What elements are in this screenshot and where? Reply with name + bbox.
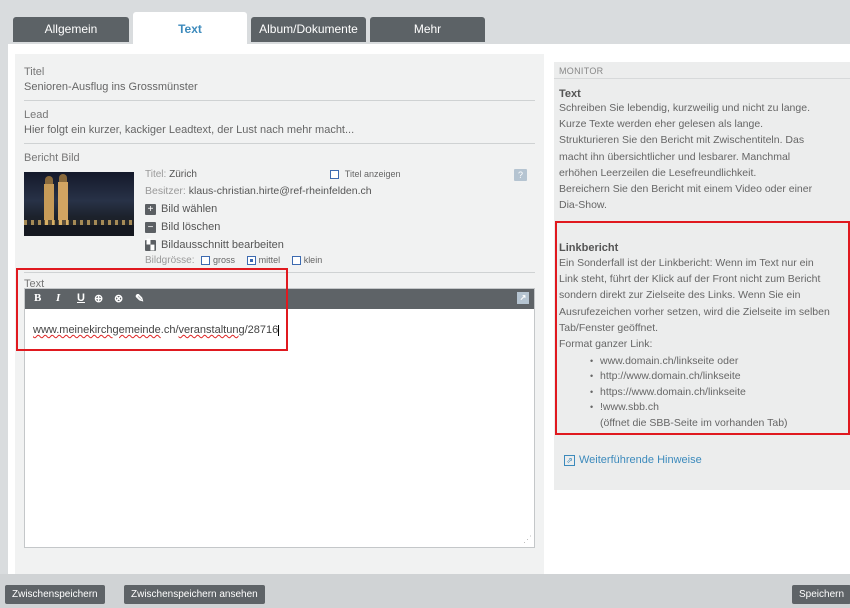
- weiterfuehrende-hinweise-link[interactable]: ⇗ Weiterführende Hinweise: [564, 454, 702, 466]
- divider: [24, 143, 535, 144]
- picture-title: Titel: Zürich: [145, 169, 197, 180]
- radio-klein[interactable]: [291, 255, 301, 265]
- tab-text[interactable]: Text: [133, 12, 247, 44]
- monitor-header: MONITOR: [559, 66, 604, 76]
- bottom-bar: Zwischenspeichern Zwischenspeichern anse…: [0, 574, 850, 608]
- bild-waehlen-button[interactable]: + Bild wählen: [145, 203, 217, 215]
- bildausschnitt-button[interactable]: ▚ Bildausschnitt bearbeiten: [145, 239, 284, 251]
- titel-field[interactable]: Senioren-Ausflug ins Grossmünster: [24, 81, 198, 93]
- lead-label: Lead: [24, 109, 49, 121]
- resize-handle-icon[interactable]: ⋰: [523, 534, 532, 545]
- titel-anzeigen-checkbox[interactable]: [330, 169, 339, 179]
- size-mittel[interactable]: mittel: [246, 255, 283, 266]
- bericht-bild-label: Bericht Bild: [24, 152, 80, 164]
- tab-album-dokumente[interactable]: Album/Dokumente: [251, 17, 366, 42]
- divider: [24, 100, 535, 101]
- zwischenspeichern-button[interactable]: Zwischenspeichern: [5, 585, 105, 604]
- bildgroesse-row: Bildgrösse: gross mittel klein: [145, 255, 323, 266]
- bild-loeschen-button[interactable]: − Bild löschen: [145, 221, 220, 233]
- highlight-box-editor: [16, 268, 288, 351]
- highlight-box-linkbericht: [555, 221, 850, 435]
- report-image-thumbnail[interactable]: [24, 172, 134, 236]
- lead-field[interactable]: Hier folgt ein kurzer, kackiger Leadtext…: [24, 124, 354, 136]
- monitor-text-body: Schreiben Sie lebendig, kurzweilig und n…: [559, 102, 813, 212]
- size-gross[interactable]: gross: [201, 255, 238, 266]
- titel-label: Titel: [24, 66, 45, 78]
- tab-mehr[interactable]: Mehr: [370, 17, 485, 42]
- minus-icon: −: [145, 221, 156, 233]
- titel-anzeigen-toggle[interactable]: Titel anzeigen: [330, 169, 400, 180]
- speichern-button[interactable]: Speichern: [792, 585, 850, 604]
- tab-bar: Allgemein Text Album/Dokumente Mehr: [0, 0, 850, 44]
- help-icon[interactable]: ?: [514, 169, 527, 181]
- radio-gross[interactable]: [201, 255, 211, 265]
- crop-icon: ▚: [145, 239, 156, 251]
- monitor-text-title: Text: [559, 88, 581, 100]
- size-klein[interactable]: klein: [291, 255, 322, 266]
- external-link-icon: ⇗: [564, 454, 575, 466]
- plus-icon: +: [145, 203, 156, 215]
- picture-owner: Besitzer: klaus-christian.hirte@ref-rhei…: [145, 185, 372, 197]
- expand-icon[interactable]: ↗: [517, 292, 529, 304]
- tab-allgemein[interactable]: Allgemein: [13, 17, 129, 42]
- zwischenspeichern-ansehen-button[interactable]: Zwischenspeichern ansehen: [124, 585, 265, 604]
- radio-mittel[interactable]: [246, 255, 256, 265]
